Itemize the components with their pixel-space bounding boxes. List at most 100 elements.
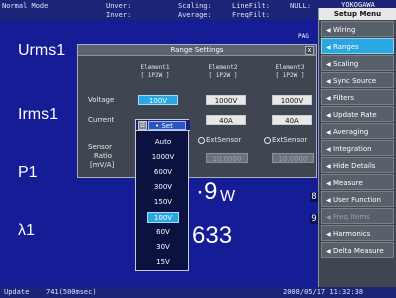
menu-item-user-function[interactable]: ◀ User Function bbox=[321, 191, 394, 207]
dropdown-option[interactable]: 600V bbox=[147, 167, 179, 178]
linefilt-indicator: LineFilt: bbox=[232, 2, 270, 10]
arrow-left-icon: ◀ bbox=[326, 27, 331, 34]
menu-item-label: Integration bbox=[333, 145, 372, 153]
menu-item-delta-measure[interactable]: ◀ Delta Measure bbox=[321, 242, 394, 258]
menu-item-label: Ranges bbox=[333, 43, 359, 51]
sensor-ratio-label: Ratio bbox=[94, 152, 112, 160]
menu-item-label: Harmonics bbox=[333, 230, 371, 238]
menu-item-harmonics[interactable]: ◀ Harmonics bbox=[321, 225, 394, 241]
null-indicator: NULL: bbox=[290, 2, 312, 10]
display-label-urms1: Urms1 bbox=[18, 42, 66, 59]
menu-item-label: User Function bbox=[333, 196, 381, 204]
voltage-label: Voltage bbox=[88, 96, 115, 104]
update-label: Update bbox=[4, 288, 30, 296]
voltage-range-dropdown[interactable]: ☰ • Set Auto 1000V 600V 300V 150V 100V 60V 30V 1… bbox=[135, 119, 190, 271]
lambda1-value: 633 bbox=[192, 222, 233, 249]
element1-header: Element1[ 1P2W ] bbox=[140, 64, 170, 79]
arrow-left-icon: ◀ bbox=[326, 78, 331, 85]
current-label: Current bbox=[88, 116, 115, 124]
arrow-left-icon: ◀ bbox=[326, 112, 331, 119]
average-indicator: Average: bbox=[178, 11, 212, 19]
arrow-left-icon: ◀ bbox=[326, 248, 331, 255]
datetime: 2008/05/17 11:32:38 bbox=[283, 288, 364, 296]
voltage-range-element2[interactable]: 1000V bbox=[206, 95, 246, 105]
menu-item-label: Sync Source bbox=[333, 77, 377, 85]
p1-value: ·9 bbox=[196, 178, 218, 205]
menu-item-freq-items[interactable]: ◀ Freq Items bbox=[321, 208, 394, 224]
dropdown-option[interactable]: 100V bbox=[147, 212, 179, 223]
current-range-element3[interactable]: 40A bbox=[272, 115, 312, 125]
element2-header: Element2[ 1P2W ] bbox=[208, 64, 238, 79]
menu-item-label: Measure bbox=[333, 179, 363, 187]
dropdown-option[interactable]: 150V bbox=[147, 197, 179, 208]
menu-icon[interactable]: ☰ bbox=[138, 121, 147, 130]
menu-item-label: Update Rate bbox=[333, 111, 377, 119]
unver-indicator: Unver: bbox=[106, 2, 132, 10]
arrow-left-icon: ◀ bbox=[326, 44, 331, 51]
display-label-lambda1: λ1 bbox=[18, 222, 35, 239]
menu-item-hide-details[interactable]: ◀ Hide Details bbox=[321, 157, 394, 173]
p1-unit: W bbox=[220, 188, 236, 205]
edge-digit: 8 bbox=[310, 192, 318, 202]
dropdown-option[interactable]: 1000V bbox=[147, 152, 179, 163]
dropdown-option[interactable]: 30V bbox=[147, 242, 179, 253]
range-settings-dialog: Range Settings x Element1[ 1P2W ] Elemen… bbox=[77, 44, 317, 178]
menu-item-sync-source[interactable]: ◀ Sync Source bbox=[321, 72, 394, 88]
footer-status-bar: Update 741(500msec) 2008/05/17 11:32:38 bbox=[0, 287, 396, 298]
menu-item-ranges[interactable]: ◀ Ranges bbox=[321, 38, 394, 54]
sensor-ratio-element2[interactable]: 10.0000 bbox=[206, 153, 248, 163]
dialog-title: Range Settings bbox=[78, 45, 316, 56]
dropdown-option[interactable]: 15V bbox=[147, 257, 179, 268]
menu-item-measure[interactable]: ◀ Measure bbox=[321, 174, 394, 190]
page-indicator: PAG bbox=[298, 33, 309, 40]
setup-menu-title: Setup Menu bbox=[319, 8, 396, 20]
voltage-range-element3[interactable]: 1000V bbox=[272, 95, 312, 105]
arrow-left-icon: ◀ bbox=[326, 146, 331, 153]
menu-item-scaling[interactable]: ◀ Scaling bbox=[321, 55, 394, 71]
menu-item-label: Delta Measure bbox=[333, 247, 384, 255]
menu-item-integration[interactable]: ◀ Integration bbox=[321, 140, 394, 156]
menu-item-label: Scaling bbox=[333, 60, 359, 68]
edge-digit: 9 bbox=[310, 214, 318, 224]
menu-item-wiring[interactable]: ◀ Wiring bbox=[321, 21, 394, 37]
menu-item-label: Hide Details bbox=[333, 162, 376, 170]
sensor-ratio-label: Sensor bbox=[88, 143, 112, 151]
mode-label: Normal Mode bbox=[2, 2, 49, 10]
arrow-left-icon: ◀ bbox=[326, 163, 331, 170]
freqfilt-indicator: FreqFilt: bbox=[232, 11, 270, 19]
dropdown-option[interactable]: 60V bbox=[147, 227, 179, 238]
radio-icon bbox=[198, 136, 205, 144]
close-icon[interactable]: x bbox=[305, 46, 314, 55]
voltage-range-element1[interactable]: 100V bbox=[138, 95, 178, 105]
arrow-left-icon: ◀ bbox=[326, 197, 331, 204]
dropdown-header: ☰ • Set bbox=[136, 120, 190, 131]
menu-item-filters[interactable]: ◀ Filters bbox=[321, 89, 394, 105]
arrow-left-icon: ◀ bbox=[326, 214, 331, 221]
sensor-ratio-unit: [mV/A] bbox=[90, 161, 115, 169]
menu-item-label: Filters bbox=[333, 94, 354, 102]
menu-item-label: Freq Items bbox=[333, 213, 370, 221]
current-range-element2[interactable]: 40A bbox=[206, 115, 246, 125]
display-label-p1: P1 bbox=[18, 164, 38, 181]
inver-indicator: Inver: bbox=[106, 11, 132, 19]
ext-sensor-element2[interactable]: ExtSensor bbox=[198, 136, 241, 144]
sensor-ratio-element3[interactable]: 10.0000 bbox=[272, 153, 314, 163]
menu-item-averaging[interactable]: ◀ Averaging bbox=[321, 123, 394, 139]
dropdown-option[interactable]: 300V bbox=[147, 182, 179, 193]
set-button[interactable]: • Set bbox=[148, 121, 186, 130]
scaling-indicator: Scaling: bbox=[178, 2, 212, 10]
dropdown-option[interactable]: Auto bbox=[147, 137, 179, 148]
arrow-left-icon: ◀ bbox=[326, 129, 331, 136]
arrow-left-icon: ◀ bbox=[326, 61, 331, 68]
setup-menu: Setup Menu ◀ Wiring ◀ Ranges ◀ Scaling ◀ Sync S… bbox=[318, 8, 396, 287]
arrow-left-icon: ◀ bbox=[326, 231, 331, 238]
ext-sensor-element3[interactable]: ExtSensor bbox=[264, 136, 307, 144]
element3-header: Element3[ 1P2W ] bbox=[275, 64, 305, 79]
arrow-left-icon: ◀ bbox=[326, 95, 331, 102]
menu-item-label: Averaging bbox=[333, 128, 369, 136]
menu-item-label: Wiring bbox=[333, 26, 356, 34]
radio-icon bbox=[264, 136, 271, 144]
menu-item-update-rate[interactable]: ◀ Update Rate bbox=[321, 106, 394, 122]
update-count: 741(500msec) bbox=[46, 288, 97, 296]
arrow-left-icon: ◀ bbox=[326, 180, 331, 187]
